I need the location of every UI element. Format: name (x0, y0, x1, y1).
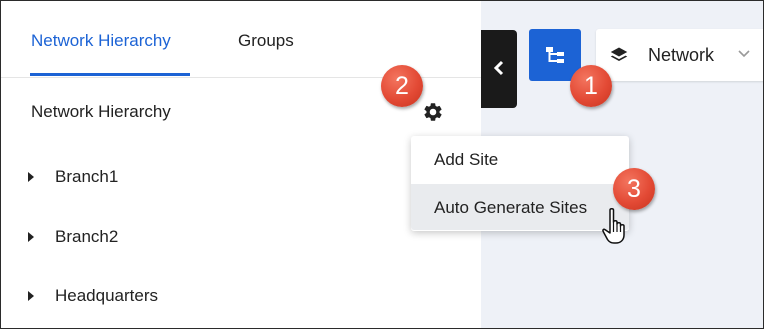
menu-item-label: Add Site (434, 150, 499, 169)
step-badge-1: 1 (570, 65, 612, 107)
collapse-panel-button[interactable] (481, 30, 517, 108)
tab-groups[interactable]: Groups (238, 31, 294, 51)
step-badge-3: 3 (613, 168, 655, 210)
tree-item-branch1[interactable]: Branch1 (27, 165, 118, 189)
section-title: Network Hierarchy (31, 102, 171, 121)
screenshot-frame: Network Hierarchy Groups Network Hierarc… (0, 0, 764, 329)
network-selector-label: Network (648, 45, 715, 65)
menu-item-label: Auto Generate Sites (434, 198, 588, 217)
menu-item-add-site[interactable]: Add Site (411, 136, 629, 182)
network-layer-selector[interactable]: Network (596, 29, 763, 81)
caret-right-icon[interactable] (28, 232, 34, 242)
active-tab-indicator (30, 73, 190, 76)
tree-item-branch2[interactable]: Branch2 (27, 225, 118, 249)
chevron-down-icon[interactable] (738, 49, 750, 59)
tree-item-label: Headquarters (55, 286, 159, 305)
hand-pointer-icon (602, 208, 625, 244)
caret-right-icon[interactable] (28, 291, 34, 301)
menu-item-auto-generate-sites[interactable]: Auto Generate Sites (411, 184, 629, 230)
gear-icon[interactable] (422, 101, 444, 123)
hierarchy-icon (546, 47, 564, 63)
caret-right-icon[interactable] (28, 172, 34, 182)
left-panel: Network Hierarchy Groups Network Hierarc… (1, 1, 481, 328)
tree-item-headquarters[interactable]: Headquarters (27, 284, 158, 308)
tree-item-label: Branch2 (55, 227, 119, 246)
layers-icon (610, 47, 628, 61)
tree-item-label: Branch1 (55, 167, 119, 186)
step-badge-2: 2 (381, 65, 423, 107)
settings-dropdown-menu: Add Site Auto Generate Sites (411, 136, 629, 231)
chevron-left-icon (493, 60, 504, 76)
tab-network-hierarchy[interactable]: Network Hierarchy (31, 31, 171, 51)
